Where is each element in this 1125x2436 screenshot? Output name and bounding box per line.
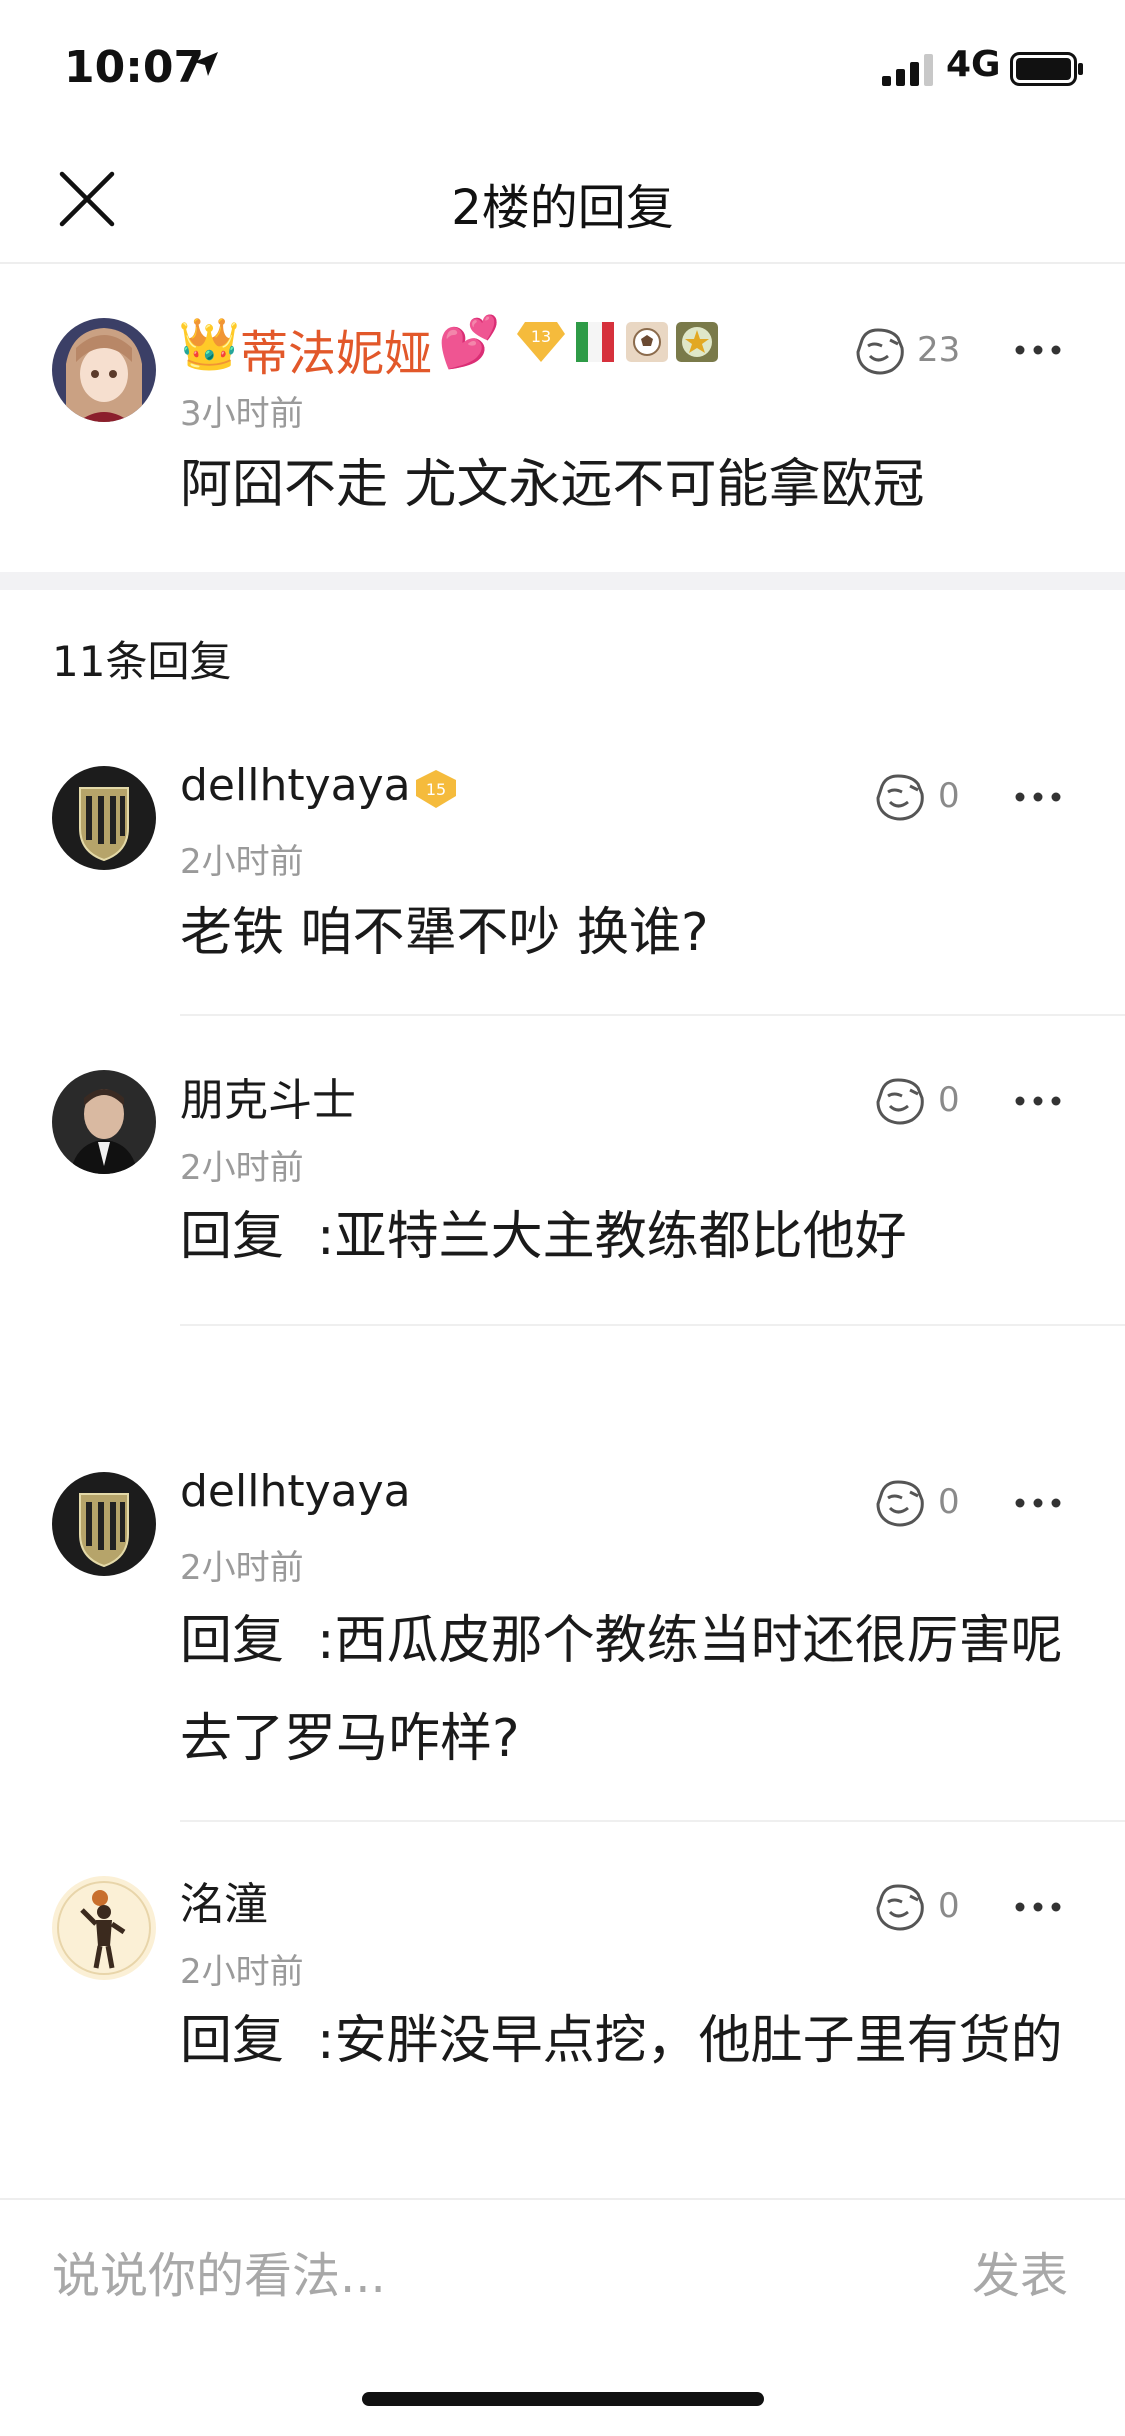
more-icon[interactable]: [1014, 1095, 1062, 1107]
publish-button[interactable]: 发表: [972, 2236, 1068, 2306]
username[interactable]: dellhtyaya: [180, 1466, 411, 1517]
post-content: 阿囧不走 尤文永远不可能拿欧冠: [180, 455, 925, 515]
avatar[interactable]: [52, 318, 156, 422]
location-arrow-icon: [194, 52, 218, 76]
home-indicator[interactable]: [362, 2392, 764, 2406]
like-count: 0: [938, 1080, 960, 1120]
level-badge-icon: 15: [416, 770, 456, 808]
replies-count: 11条回复: [52, 637, 232, 686]
timestamp: 2小时前: [180, 1548, 304, 1588]
signal-icon: [882, 54, 933, 86]
username[interactable]: 洺潼: [180, 1868, 268, 1932]
page-title: 2楼的回复: [451, 180, 674, 236]
like-icon[interactable]: [854, 326, 908, 376]
timestamp: 2小时前: [180, 842, 304, 882]
more-icon[interactable]: [1014, 1497, 1062, 1509]
timestamp: 3小时前: [180, 394, 304, 434]
like-icon[interactable]: [874, 1882, 928, 1932]
avatar[interactable]: [52, 1876, 156, 1980]
username[interactable]: dellhtyaya: [180, 760, 411, 811]
like-count: 0: [938, 776, 960, 816]
like-count: 0: [938, 1482, 960, 1522]
like-count: 0: [938, 1886, 960, 1926]
network-type: 4G: [946, 44, 1001, 85]
crown-icon: 👑: [178, 315, 241, 373]
italy-flag-icon: [576, 322, 614, 362]
reply-content: 回复 :亚特兰大主教练都比他好: [180, 1207, 907, 1267]
username[interactable]: 蒂法妮娅: [240, 314, 432, 384]
like-icon[interactable]: [874, 772, 928, 822]
like-icon[interactable]: [874, 1076, 928, 1126]
nav-divider: [0, 262, 1125, 264]
level-badge-text: 15: [426, 780, 446, 799]
football-badge-icon: [626, 322, 668, 362]
reply-content: 回复 :西瓜皮那个教练当时还很厉害呢 去了罗马咋样?: [180, 1611, 1080, 1769]
timestamp: 2小时前: [180, 1148, 304, 1188]
like-icon[interactable]: [874, 1478, 928, 1528]
more-icon[interactable]: [1014, 344, 1062, 356]
section-divider: [0, 572, 1125, 590]
battery-icon: [1010, 52, 1083, 86]
avatar[interactable]: [52, 1472, 156, 1576]
avatar[interactable]: [52, 766, 156, 870]
level-badge-icon: 13: [517, 322, 565, 362]
status-time: 10:07: [64, 42, 205, 93]
heart-icon: 💕: [438, 313, 501, 371]
reply-content: 老铁 咱不犟不吵 换谁?: [180, 903, 709, 963]
avatar[interactable]: [52, 1070, 156, 1174]
row-divider: [180, 1324, 1125, 1326]
like-count: 23: [917, 330, 961, 370]
more-icon[interactable]: [1014, 1901, 1062, 1913]
username[interactable]: 朋克斗士: [180, 1064, 356, 1128]
row-divider: [180, 1014, 1125, 1016]
input-bar-divider: [0, 2198, 1125, 2200]
more-icon[interactable]: [1014, 791, 1062, 803]
timestamp: 2小时前: [180, 1952, 304, 1992]
comment-input[interactable]: 说说你的看法...: [52, 2236, 386, 2306]
level-badge-text: 13: [531, 327, 551, 346]
row-divider: [180, 1820, 1125, 1822]
reply-content: 回复 :安胖没早点挖，他肚子里有货的: [180, 2011, 1063, 2071]
star-badge-icon: [676, 322, 718, 362]
